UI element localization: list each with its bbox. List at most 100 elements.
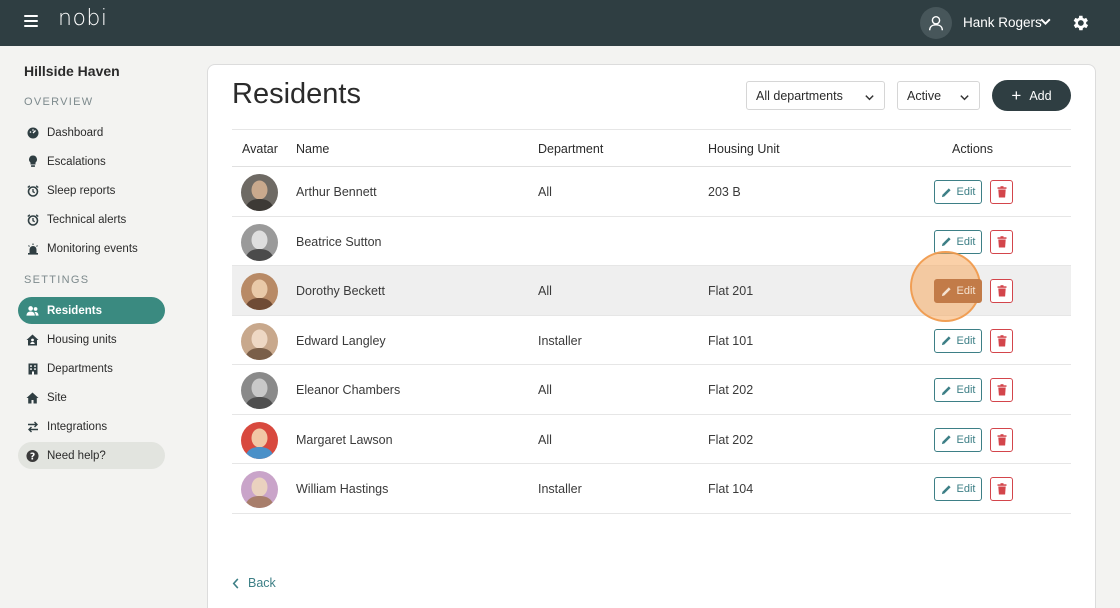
siren-icon — [26, 242, 39, 255]
pencil-icon — [941, 385, 951, 395]
edit-button[interactable]: Edit — [934, 378, 982, 402]
back-link[interactable]: Back — [232, 576, 276, 590]
overview-section-label: OVERVIEW — [24, 96, 94, 108]
resident-name: Margaret Lawson — [296, 432, 393, 447]
sidebar-item-departments[interactable]: Departments — [18, 355, 165, 382]
resident-housing-unit: Flat 104 — [708, 482, 754, 496]
logo[interactable]: nobi — [58, 6, 107, 31]
sidebar-item-site[interactable]: Site — [18, 384, 165, 411]
sidebar-item-residents[interactable]: Residents — [18, 297, 165, 324]
delete-button[interactable] — [990, 279, 1013, 303]
resident-department: Installer — [538, 333, 582, 348]
resident-avatar — [241, 421, 278, 459]
residents-table: Avatar Name Department Housing Unit Acti… — [232, 129, 1071, 514]
sidebar-item-monitoring-events[interactable]: Monitoring events — [18, 235, 165, 262]
edit-button-label: Edit — [956, 285, 976, 297]
trash-icon — [997, 433, 1006, 445]
resident-name: Dorothy Beckett — [296, 284, 385, 298]
resident-avatar — [241, 273, 278, 310]
edit-button-label: Edit — [956, 483, 976, 495]
chevron-down-icon[interactable] — [1039, 15, 1052, 28]
edit-button[interactable]: Edit — [934, 279, 982, 303]
alarm-clock-icon — [26, 184, 39, 197]
edit-button[interactable]: Edit — [934, 477, 982, 501]
column-header-avatar: Avatar — [242, 142, 278, 156]
sidebar-item-integrations[interactable]: Integrations — [18, 413, 165, 440]
trash-icon — [997, 483, 1006, 495]
hamburger-icon[interactable] — [24, 15, 38, 29]
delete-button[interactable] — [990, 229, 1013, 254]
edit-button-label: Edit — [956, 384, 976, 396]
back-label: Back — [248, 576, 276, 590]
sidebar-item-label: Departments — [47, 362, 113, 375]
table-row: William Hastings Installer Flat 104 Edit — [232, 464, 1071, 514]
chevron-down-icon — [960, 95, 969, 101]
column-header-name: Name — [296, 142, 330, 156]
column-header-department: Department — [538, 142, 604, 156]
trash-icon — [997, 384, 1006, 396]
pencil-icon — [941, 435, 951, 445]
building-icon — [26, 362, 39, 375]
table-row: Margaret Lawson All Flat 202 Edit — [232, 415, 1071, 464]
resident-department: All — [538, 185, 552, 199]
sidebar-item-housing-units[interactable]: Housing units — [18, 326, 165, 353]
arrows-exchange-icon — [26, 420, 39, 433]
resident-housing-unit: 203 B — [708, 185, 741, 199]
department-filter-select[interactable]: All departments — [746, 81, 885, 110]
edit-button-label: Edit — [956, 186, 976, 198]
dashboard-icon — [26, 126, 39, 139]
column-header-actions: Actions — [952, 142, 993, 156]
table-row: Eleanor Chambers All Flat 202 Edit — [232, 365, 1071, 415]
edit-button[interactable]: Edit — [934, 427, 982, 452]
sidebar-item-label: Site — [47, 391, 67, 404]
resident-housing-unit: Flat 201 — [708, 284, 754, 298]
edit-button-label: Edit — [956, 334, 976, 347]
svg-text:?: ? — [30, 451, 35, 462]
delete-button[interactable] — [990, 328, 1013, 353]
question-circle-icon: ? — [26, 449, 39, 462]
users-icon — [26, 304, 39, 317]
table-row: Dorothy Beckett All Flat 201 Edit — [232, 251, 1071, 322]
sidebar-item-label: Need help? — [47, 449, 106, 462]
add-button-label: Add — [1029, 88, 1052, 103]
page-title: Residents — [232, 78, 361, 110]
resident-name: Arthur Bennett — [296, 185, 377, 199]
sidebar-item-label: Integrations — [47, 420, 108, 433]
delete-button[interactable] — [990, 378, 1013, 402]
table-row: Arthur Bennett All 203 B Edit — [232, 167, 1071, 217]
edit-button[interactable]: Edit — [934, 229, 982, 254]
plus-icon: + — [1011, 86, 1022, 105]
resident-name: Edward Langley — [296, 333, 386, 348]
sidebar-item-label: Sleep reports — [47, 184, 116, 197]
pencil-icon — [941, 286, 951, 296]
delete-button[interactable] — [990, 477, 1013, 501]
resident-department: All — [538, 383, 552, 397]
site-name: Hillside Haven — [24, 63, 120, 79]
delete-button[interactable] — [990, 427, 1013, 452]
resident-name: William Hastings — [296, 482, 389, 496]
delete-button[interactable] — [990, 180, 1013, 204]
user-avatar[interactable] — [920, 7, 952, 39]
pencil-icon — [941, 187, 951, 197]
settings-section-label: SETTINGS — [24, 274, 90, 286]
status-filter-select[interactable]: Active — [897, 81, 980, 110]
add-resident-button[interactable]: + Add — [992, 80, 1071, 111]
edit-button-label: Edit — [956, 433, 976, 446]
gear-icon[interactable] — [1070, 13, 1090, 33]
department-filter-value: All departments — [756, 88, 843, 103]
edit-button[interactable]: Edit — [934, 328, 982, 353]
user-name[interactable]: Hank Rogers — [963, 15, 1042, 30]
resident-housing-unit: Flat 202 — [708, 383, 754, 397]
edit-button[interactable]: Edit — [934, 180, 982, 204]
sidebar-item-escalations[interactable]: Escalations — [18, 148, 165, 175]
resident-housing-unit: Flat 101 — [708, 333, 754, 348]
need-help-button[interactable]: ? Need help? — [18, 442, 165, 469]
pencil-icon — [941, 237, 951, 247]
table-header: Avatar Name Department Housing Unit Acti… — [232, 129, 1071, 167]
resident-name: Beatrice Sutton — [296, 234, 382, 249]
sidebar-item-technical-alerts[interactable]: Technical alerts — [18, 206, 165, 233]
trash-icon — [997, 334, 1006, 346]
sidebar-item-sleep-reports[interactable]: Sleep reports — [18, 177, 165, 204]
sidebar-item-dashboard[interactable]: Dashboard — [18, 119, 165, 146]
resident-avatar — [241, 174, 278, 211]
